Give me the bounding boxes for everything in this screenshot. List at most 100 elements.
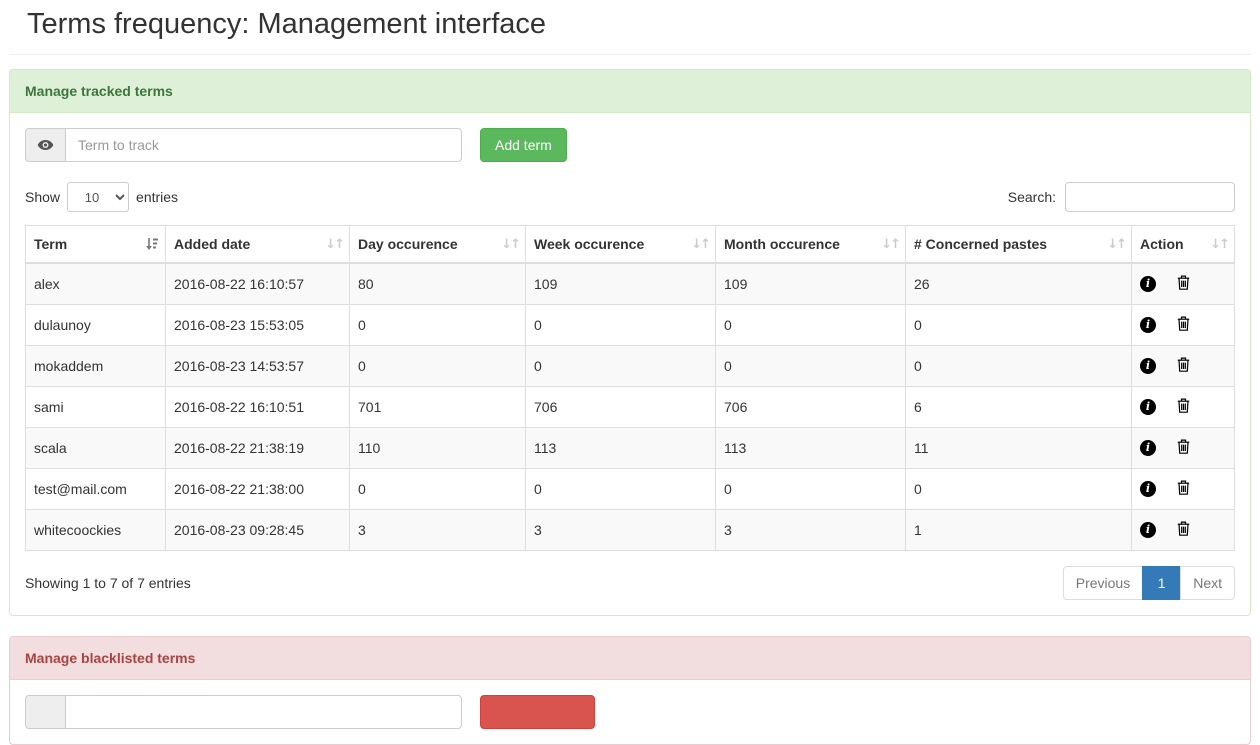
pagination: Previous 1 Next	[1063, 566, 1235, 600]
info-icon[interactable]: i	[1140, 317, 1156, 333]
term-cell: scala	[26, 427, 166, 468]
info-icon[interactable]: i	[1140, 522, 1156, 538]
tracked-terms-panel-title: Manage tracked terms	[25, 83, 173, 99]
trash-icon[interactable]	[1177, 275, 1190, 293]
show-label: Show	[25, 189, 60, 205]
concerned-pastes-cell: 26	[906, 263, 1132, 304]
search-input[interactable]	[1065, 182, 1235, 212]
month-occurence-cell: 109	[716, 263, 906, 304]
column-label: Added date	[174, 236, 250, 252]
column-header-term[interactable]: Term	[26, 226, 166, 264]
month-occurence-cell: 0	[716, 304, 906, 345]
day-occurence-cell: 0	[350, 345, 526, 386]
term-cell: whitecoockies	[26, 509, 166, 550]
column-label: # Concerned pastes	[914, 236, 1047, 252]
week-occurence-cell: 706	[526, 386, 716, 427]
column-header-concerned-pastes[interactable]: # Concerned pastes ↓↑	[906, 226, 1132, 264]
pagination-page-1[interactable]: 1	[1142, 566, 1181, 600]
month-occurence-cell: 0	[716, 345, 906, 386]
column-header-day-occurence[interactable]: Day occurence ↓↑	[350, 226, 526, 264]
table-controls: Show 10 entries Search:	[25, 182, 1235, 212]
action-cell: i	[1132, 345, 1235, 386]
search-label: Search:	[1008, 189, 1056, 205]
terms-table: Term Added date	[25, 225, 1235, 551]
column-header-action[interactable]: Action ↓↑	[1132, 226, 1235, 264]
term-cell: mokaddem	[26, 345, 166, 386]
concerned-pastes-cell: 6	[906, 386, 1132, 427]
month-occurence-cell: 3	[716, 509, 906, 550]
page: Terms frequency: Management interface Ma…	[0, 0, 1260, 745]
sort-both-icon: ↓↑	[1107, 237, 1125, 252]
day-occurence-cell: 701	[350, 386, 526, 427]
column-header-month-occurence[interactable]: Month occurence ↓↑	[716, 226, 906, 264]
day-occurence-cell: 3	[350, 509, 526, 550]
table-row: test@mail.com 2016-08-22 21:38:00 0 0 0 …	[26, 468, 1235, 509]
action-cell: i	[1132, 386, 1235, 427]
day-occurence-cell: 0	[350, 468, 526, 509]
sort-both-icon: ↓↑	[691, 237, 709, 252]
pagination-next[interactable]: Next	[1180, 566, 1235, 600]
concerned-pastes-cell: 11	[906, 427, 1132, 468]
column-header-week-occurence[interactable]: Week occurence ↓↑	[526, 226, 716, 264]
column-label: Week occurence	[534, 236, 644, 252]
table-row: dulaunoy 2016-08-23 15:53:05 0 0 0 0 i	[26, 304, 1235, 345]
terms-table-body: alex 2016-08-22 16:10:57 80 109 109 26 i…	[26, 263, 1235, 550]
trash-icon[interactable]	[1177, 480, 1190, 498]
tracked-terms-panel-heading: Manage tracked terms	[10, 70, 1250, 113]
day-occurence-cell: 80	[350, 263, 526, 304]
table-footer: Showing 1 to 7 of 7 entries Previous 1 N…	[25, 566, 1235, 600]
show-entries-control: Show 10 entries	[25, 182, 178, 212]
info-icon[interactable]: i	[1140, 481, 1156, 497]
action-cell: i	[1132, 468, 1235, 509]
info-icon[interactable]: i	[1140, 440, 1156, 456]
table-row: alex 2016-08-22 16:10:57 80 109 109 26 i	[26, 263, 1235, 304]
table-info: Showing 1 to 7 of 7 entries	[25, 575, 191, 591]
blacklisted-terms-panel-title: Manage blacklisted terms	[25, 650, 195, 666]
eye-addon	[25, 128, 65, 162]
trash-icon[interactable]	[1177, 398, 1190, 416]
search-control: Search:	[1008, 182, 1235, 212]
tracked-terms-panel: Manage tracked terms Add term	[9, 69, 1251, 616]
sort-both-icon: ↓↑	[881, 237, 899, 252]
column-header-added-date[interactable]: Added date ↓↑	[166, 226, 350, 264]
trash-icon[interactable]	[1177, 316, 1190, 334]
info-icon[interactable]: i	[1140, 276, 1156, 292]
added-date-cell: 2016-08-22 16:10:57	[166, 263, 350, 304]
week-occurence-cell: 109	[526, 263, 716, 304]
page-title: Terms frequency: Management interface	[27, 8, 1233, 41]
sort-both-icon: ↓↑	[325, 237, 343, 252]
column-label: Term	[34, 236, 67, 252]
entries-select[interactable]: 10	[67, 182, 129, 212]
blacklisted-terms-panel: Manage blacklisted terms	[9, 636, 1251, 745]
column-label: Day occurence	[358, 236, 458, 252]
added-date-cell: 2016-08-23 14:53:57	[166, 345, 350, 386]
trash-icon[interactable]	[1177, 357, 1190, 375]
table-row: whitecoockies 2016-08-23 09:28:45 3 3 3 …	[26, 509, 1235, 550]
entries-label: entries	[136, 189, 178, 205]
eye-icon	[37, 139, 54, 151]
add-term-button[interactable]: Add term	[480, 128, 567, 162]
term-cell: alex	[26, 263, 166, 304]
concerned-pastes-cell: 1	[906, 509, 1132, 550]
added-date-cell: 2016-08-23 09:28:45	[166, 509, 350, 550]
trash-icon[interactable]	[1177, 521, 1190, 539]
trash-icon[interactable]	[1177, 439, 1190, 457]
column-label: Action	[1140, 236, 1184, 252]
page-header: Terms frequency: Management interface	[9, 0, 1251, 55]
week-occurence-cell: 0	[526, 468, 716, 509]
added-date-cell: 2016-08-23 15:53:05	[166, 304, 350, 345]
action-cell: i	[1132, 304, 1235, 345]
added-date-cell: 2016-08-22 21:38:00	[166, 468, 350, 509]
concerned-pastes-cell: 0	[906, 345, 1132, 386]
term-to-track-input[interactable]	[65, 128, 462, 162]
pagination-previous[interactable]: Previous	[1063, 566, 1143, 600]
concerned-pastes-cell: 0	[906, 304, 1132, 345]
info-icon[interactable]: i	[1140, 399, 1156, 415]
month-occurence-cell: 706	[716, 386, 906, 427]
info-icon[interactable]: i	[1140, 358, 1156, 374]
month-occurence-cell: 113	[716, 427, 906, 468]
term-input-group	[25, 128, 462, 162]
sort-both-icon: ↓↑	[1210, 237, 1228, 252]
table-row: mokaddem 2016-08-23 14:53:57 0 0 0 0 i	[26, 345, 1235, 386]
added-date-cell: 2016-08-22 21:38:19	[166, 427, 350, 468]
